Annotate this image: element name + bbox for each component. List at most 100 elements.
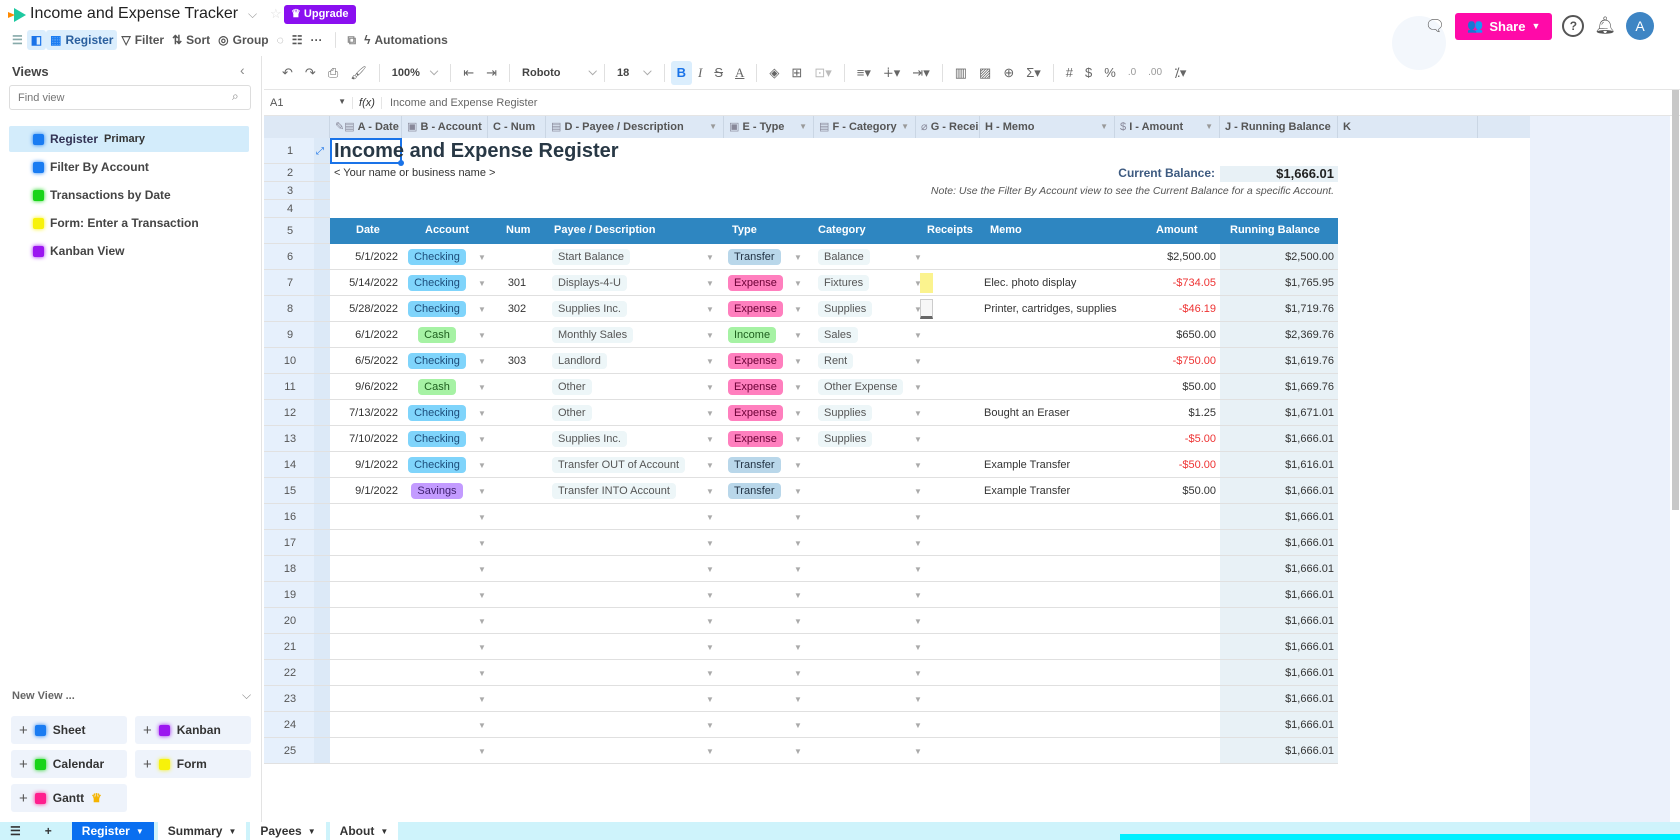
date-cell[interactable]: 6/5/2022 — [330, 348, 398, 374]
row-number[interactable]: 18 — [264, 556, 330, 582]
column-header[interactable]: H - Memo ▼ — [980, 116, 1115, 138]
comment-icon[interactable]: ⊕ — [997, 61, 1020, 85]
new-sheet-button[interactable]: + Sheet — [11, 716, 127, 744]
caret-down-icon[interactable]: ▼ — [706, 634, 714, 660]
caret-down-icon[interactable]: ▼ — [706, 452, 714, 478]
caret-down-icon[interactable]: ▼ — [478, 608, 486, 634]
caret-down-icon[interactable]: ▼ — [794, 478, 802, 504]
caret-down-icon[interactable]: ▼ — [1100, 116, 1108, 138]
caret-down-icon[interactable]: ▼ — [478, 270, 486, 296]
caret-down-icon[interactable]: ▼ — [706, 348, 714, 374]
account-cell[interactable]: Checking — [402, 452, 472, 478]
bell-icon[interactable]: 🔔︎ — [1594, 16, 1616, 36]
image-icon[interactable]: ▨ — [973, 61, 997, 85]
caret-down-icon[interactable]: ▼ — [478, 686, 486, 712]
amount-cell[interactable]: -$50.00 — [1115, 452, 1216, 478]
payee-cell[interactable]: Landlord — [552, 348, 607, 374]
row-number[interactable]: 10 — [264, 348, 330, 374]
account-cell[interactable]: Checking — [402, 400, 472, 426]
caret-down-icon[interactable]: ▼ — [794, 712, 802, 738]
vertical-scrollbar[interactable] — [1672, 90, 1679, 510]
date-cell[interactable]: 7/10/2022 — [330, 426, 398, 452]
indent-increase-icon[interactable]: ⇥ — [480, 61, 503, 85]
view-item-filter-by-account[interactable]: Filter By Account — [9, 154, 249, 180]
category-cell[interactable]: Rent — [818, 348, 854, 374]
new-gantt-button[interactable]: + Gantt ♛ — [11, 784, 127, 812]
payee-cell[interactable]: Supplies Inc. — [552, 296, 627, 322]
caret-down-icon[interactable]: ▼ — [709, 116, 717, 138]
caret-down-icon[interactable]: ▼ — [706, 426, 714, 452]
row-number[interactable]: 8 — [264, 296, 330, 322]
row-number[interactable]: 16 — [264, 504, 330, 530]
caret-down-icon[interactable]: ▼ — [478, 712, 486, 738]
row-number[interactable]: 2 — [264, 164, 330, 182]
caret-down-icon[interactable]: ▼ — [706, 296, 714, 322]
row-height-icon[interactable]: ☷ — [288, 30, 307, 50]
header-label[interactable]: Receipts — [927, 224, 973, 236]
num-cell[interactable]: 302 — [488, 296, 546, 322]
magic-format-icon[interactable]: ⁒▾ — [1168, 61, 1192, 85]
caret-down-icon[interactable]: ▼ — [794, 634, 802, 660]
category-cell[interactable]: Supplies — [818, 296, 873, 322]
caret-down-icon[interactable]: ▼ — [914, 634, 922, 660]
caret-down-icon[interactable]: ▼ — [706, 660, 714, 686]
payee-cell[interactable]: Other — [552, 400, 592, 426]
zoom-select[interactable]: 100% ⌵ — [386, 61, 444, 85]
caret-down-icon[interactable]: ▼ — [706, 582, 714, 608]
account-cell[interactable]: Cash — [402, 374, 472, 400]
share-button[interactable]: 👥 Share ▼ — [1455, 12, 1553, 40]
amount-cell[interactable]: $50.00 — [1115, 478, 1216, 504]
row-number[interactable]: 17 — [264, 530, 330, 556]
column-header[interactable]: ▣ B - Account — [402, 116, 488, 138]
menu-icon[interactable]: ☰ — [8, 30, 27, 50]
date-cell[interactable]: 5/1/2022 — [330, 244, 398, 270]
header-label[interactable]: Running Balance — [1230, 224, 1320, 236]
payee-cell[interactable]: Transfer INTO Account — [552, 478, 676, 504]
date-cell[interactable]: 7/13/2022 — [330, 400, 398, 426]
expand-icon[interactable]: ⤢ — [316, 146, 326, 157]
column-header[interactable]: ✎▤ A - Date — [330, 116, 402, 138]
row-number[interactable]: 6 — [264, 244, 330, 270]
caret-down-icon[interactable]: ▼ — [478, 400, 486, 426]
caret-down-icon[interactable]: ▼ — [914, 712, 922, 738]
type-cell[interactable]: Income — [728, 322, 777, 348]
category-cell[interactable]: Supplies — [818, 426, 873, 452]
num-cell[interactable]: 301 — [488, 270, 546, 296]
merge-cells-icon[interactable]: ⊡▾ — [808, 61, 837, 85]
payee-cell[interactable]: Other — [552, 374, 592, 400]
caret-down-icon[interactable]: ▼ — [914, 452, 922, 478]
caret-down-icon[interactable]: ▼ — [478, 478, 486, 504]
caret-down-icon[interactable]: ▼ — [706, 478, 714, 504]
memo-cell[interactable]: Bought an Eraser — [984, 400, 1070, 426]
row-number[interactable]: 23 — [264, 686, 330, 712]
row-number[interactable]: 19 — [264, 582, 330, 608]
caret-down-icon[interactable]: ▼ — [914, 582, 922, 608]
type-cell[interactable]: Expense — [728, 374, 783, 400]
sum-icon[interactable]: Σ▾ — [1020, 61, 1047, 85]
header-label[interactable]: Date — [356, 224, 380, 236]
receipt-thumbnail[interactable] — [920, 273, 933, 293]
new-kanban-button[interactable]: + Kanban — [135, 716, 251, 744]
caret-down-icon[interactable]: ▼ — [914, 374, 922, 400]
account-cell[interactable]: Checking — [402, 296, 472, 322]
category-cell[interactable]: Balance — [818, 244, 870, 270]
bold-icon[interactable]: B — [670, 60, 693, 85]
caret-down-icon[interactable]: ▼ — [706, 738, 714, 764]
text-color-icon[interactable]: A — [729, 61, 750, 85]
caret-down-icon[interactable]: ▼ — [914, 530, 922, 556]
row-number[interactable]: 24 — [264, 712, 330, 738]
type-cell[interactable]: Expense — [728, 400, 783, 426]
caret-down-icon[interactable]: ▼ — [706, 244, 714, 270]
header-label[interactable]: Payee / Description — [554, 224, 656, 236]
help-icon[interactable]: ? — [1562, 15, 1585, 37]
new-form-button[interactable]: + Form — [135, 750, 251, 778]
payee-cell[interactable]: Start Balance — [552, 244, 631, 270]
caret-down-icon[interactable]: ▼ — [794, 686, 802, 712]
caret-down-icon[interactable]: ▼ — [914, 660, 922, 686]
column-header[interactable]: K — [1338, 116, 1478, 138]
account-cell[interactable]: Cash — [402, 322, 472, 348]
header-label[interactable]: Account — [425, 224, 469, 236]
horizontal-align-icon[interactable]: ≡▾ — [851, 61, 877, 85]
vertical-align-icon[interactable]: ∔▾ — [877, 61, 906, 85]
header-label[interactable]: Memo — [990, 224, 1022, 236]
